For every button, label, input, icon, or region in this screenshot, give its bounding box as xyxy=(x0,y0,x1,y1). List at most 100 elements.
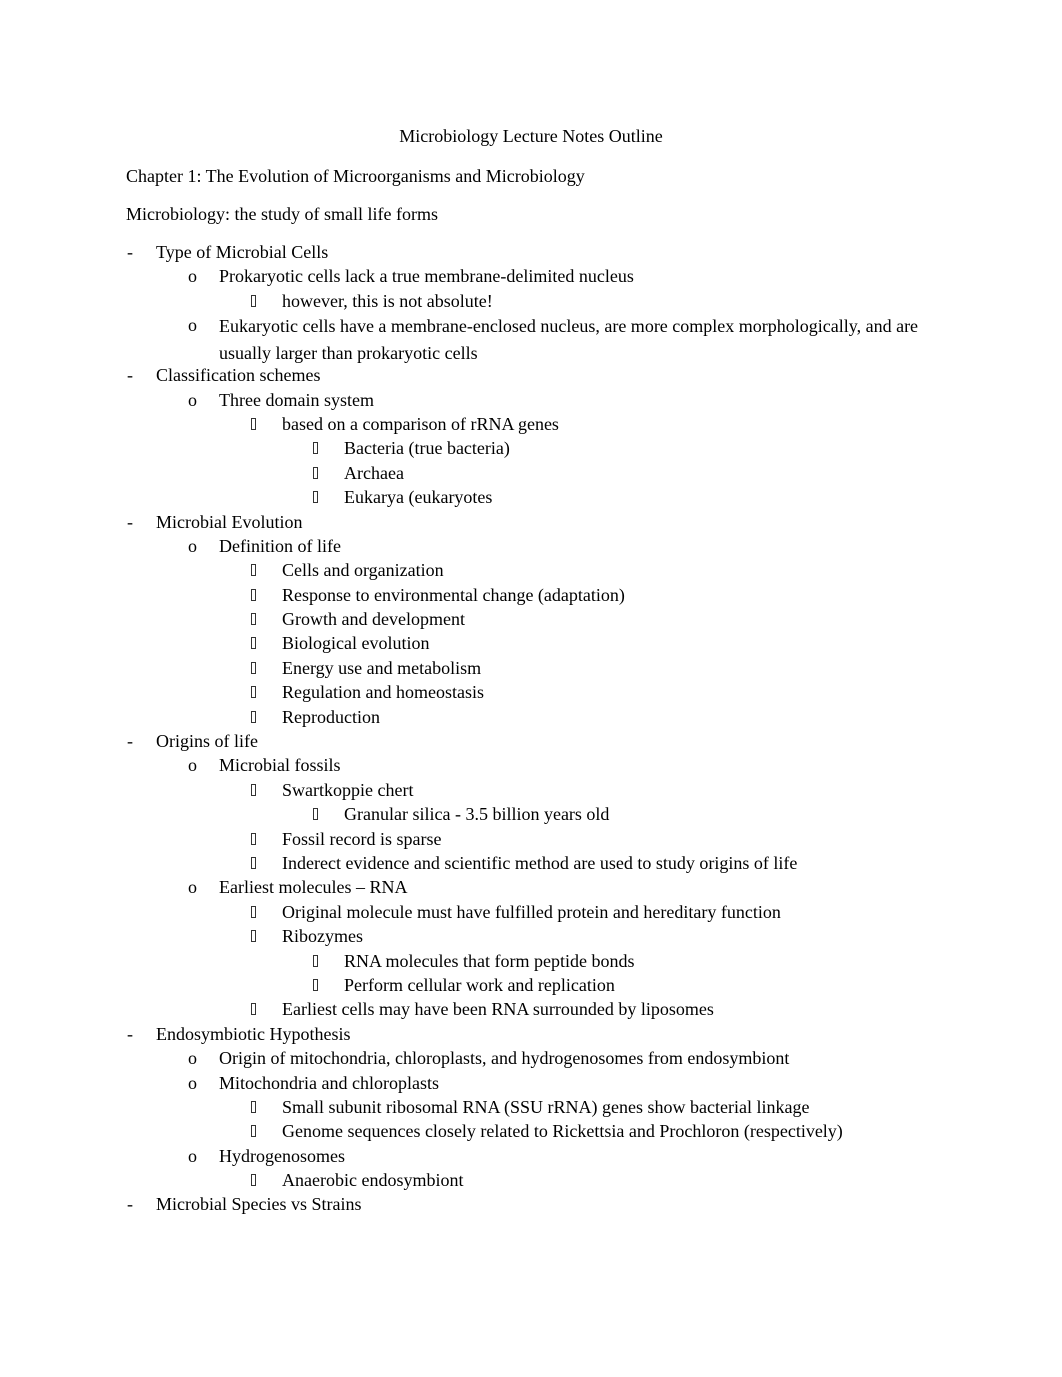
outline-item-level-4: RNA molecules that form peptide bonds xyxy=(0,949,1062,973)
missing-glyph-bullet-icon xyxy=(251,1119,256,1143)
missing-glyph-bullet-icon xyxy=(251,924,256,948)
outline-item-level-2: o Earliest molecules – RNA xyxy=(0,875,1062,899)
outline-item-level-1: - Microbial Evolution xyxy=(0,510,1062,534)
dash-bullet-icon: - xyxy=(127,365,133,386)
box-glyph-icon xyxy=(251,613,256,626)
outline-item-text: Regulation and homeostasis xyxy=(282,682,484,703)
box-glyph-icon xyxy=(251,294,256,307)
outline-item-level-1: - Endosymbiotic Hypothesis xyxy=(0,1022,1062,1046)
outline-item-text: Classification schemes xyxy=(156,365,321,386)
box-glyph-icon xyxy=(313,491,318,504)
outline-item-level-3: Energy use and metabolism xyxy=(0,656,1062,680)
circle-bullet-icon: o xyxy=(188,1145,197,1166)
outline-item-text: Three domain system xyxy=(219,389,374,410)
box-glyph-icon xyxy=(251,905,256,918)
outline-item-text: Original molecule must have fulfilled pr… xyxy=(282,901,781,922)
outline-item-level-4: Archaea xyxy=(0,461,1062,485)
box-glyph-icon xyxy=(251,856,256,869)
circle-bullet-icon: o xyxy=(188,535,197,556)
outline-item-level-2: o Prokaryotic cells lack a true membrane-… xyxy=(0,264,1062,288)
outline-item-level-2: o Definition of life xyxy=(0,534,1062,558)
circle-bullet-icon: o xyxy=(188,877,197,898)
document-page: Microbiology Lecture Notes Outline Chapt… xyxy=(0,0,1062,1377)
circle-bullet-icon: o xyxy=(188,266,197,287)
outline-item-text: Energy use and metabolism xyxy=(282,657,482,678)
dash-bullet-icon: - xyxy=(127,1023,133,1044)
missing-glyph-bullet-icon xyxy=(251,289,256,313)
outline-item-text: Growth and development xyxy=(282,609,465,630)
missing-glyph-bullet-icon xyxy=(251,1168,256,1192)
missing-glyph-bullet-icon xyxy=(251,851,256,875)
outline-item-level-4: Eukarya (eukaryotes xyxy=(0,485,1062,509)
outline-item-text: Earliest molecules – RNA xyxy=(219,877,408,898)
outline-item-text: Hydrogenosomes xyxy=(219,1145,345,1166)
outline-item-level-3: Regulation and homeostasis xyxy=(0,680,1062,704)
dash-bullet-icon: - xyxy=(127,242,133,262)
missing-glyph-bullet-icon xyxy=(313,973,318,997)
missing-glyph-bullet-icon xyxy=(251,607,256,631)
outline-item-level-1: - Microbial Species vs Strains xyxy=(0,1192,1062,1216)
outline-item-text: Genome sequences closely related to Rick… xyxy=(282,1121,843,1142)
outline-item-text: based on a comparison of rRNA genes xyxy=(282,413,559,434)
missing-glyph-bullet-icon xyxy=(251,680,256,704)
outline-item-text: Eukarya (eukaryotes xyxy=(344,487,493,508)
missing-glyph-bullet-icon xyxy=(313,485,318,509)
definition-paragraph: Microbiology: the study of small life fo… xyxy=(126,204,438,224)
outline-item-text: Perform cellular work and replication xyxy=(344,974,615,995)
box-glyph-icon xyxy=(251,686,256,699)
outline-item-text: Prokaryotic cells lack a true membrane-d… xyxy=(219,266,634,287)
box-glyph-icon xyxy=(251,1125,256,1138)
outline-item-text: Type of Microbial Cells xyxy=(156,242,329,262)
missing-glyph-bullet-icon xyxy=(313,461,318,485)
outline-item-level-1: - Classification schemes xyxy=(0,363,1062,387)
missing-glyph-bullet-icon xyxy=(251,631,256,655)
outline-item-text: Swartkoppie chert xyxy=(282,779,414,800)
outline-item-text: Endosymbiotic Hypothesis xyxy=(156,1023,351,1044)
outline-item-text: Reproduction xyxy=(282,706,380,727)
outline-item-level-3: however, this is not absolute! xyxy=(0,289,1062,313)
box-glyph-icon xyxy=(313,978,318,991)
outline-item-text: Biological evolution xyxy=(282,633,430,654)
missing-glyph-bullet-icon xyxy=(251,827,256,851)
box-glyph-icon xyxy=(251,783,256,796)
outline-item-level-3: Genome sequences closely related to Rick… xyxy=(0,1119,1062,1143)
missing-glyph-bullet-icon xyxy=(251,412,256,436)
outline-item-level-2: o Microbial fossils xyxy=(0,753,1062,777)
outline-item-level-2: o Eukaryotic cells have a membrane-enclos… xyxy=(0,313,1062,363)
box-glyph-icon xyxy=(313,442,318,455)
outline-item-level-4: Granular silica - 3.5 billion years old xyxy=(0,802,1062,826)
document-title: Microbiology Lecture Notes Outline xyxy=(399,126,663,146)
outline-item-level-4: Perform cellular work and replication xyxy=(0,973,1062,997)
box-glyph-icon xyxy=(251,417,256,430)
box-glyph-icon xyxy=(251,1174,256,1187)
missing-glyph-bullet-icon xyxy=(251,705,256,729)
missing-glyph-bullet-icon xyxy=(251,778,256,802)
outline-item-level-3: Reproduction xyxy=(0,705,1062,729)
dash-bullet-icon: - xyxy=(127,731,133,752)
missing-glyph-bullet-icon xyxy=(313,802,318,826)
outline-item-level-3: Original molecule must have fulfilled pr… xyxy=(0,900,1062,924)
outline-item-level-3: Small subunit ribosomal RNA (SSU rRNA) g… xyxy=(0,1095,1062,1119)
outline-item-text: however, this is not absolute! xyxy=(282,290,493,311)
box-glyph-icon xyxy=(251,710,256,723)
missing-glyph-bullet-icon xyxy=(313,949,318,973)
outline-item-level-2: o Mitochondria and chloroplasts xyxy=(0,1071,1062,1095)
outline-item-text: RNA molecules that form peptide bonds xyxy=(344,950,635,971)
outline-item-level-3: Growth and development xyxy=(0,607,1062,631)
outline-item-level-3: based on a comparison of rRNA genes xyxy=(0,412,1062,436)
outline-item-level-3: Swartkoppie chert xyxy=(0,778,1062,802)
outline-item-text: Microbial Evolution xyxy=(156,511,303,532)
outline-item-text: Anaerobic endosymbiont xyxy=(282,1170,464,1191)
circle-bullet-icon: o xyxy=(188,389,197,410)
missing-glyph-bullet-icon xyxy=(313,436,318,460)
box-glyph-icon xyxy=(251,930,256,943)
box-glyph-icon xyxy=(251,637,256,650)
outline-item-text: Microbial fossils xyxy=(219,755,341,776)
outline-item-level-3: Earliest cells may have been RNA surroun… xyxy=(0,997,1062,1021)
outline-item-text: Fossil record is sparse xyxy=(282,828,442,849)
missing-glyph-bullet-icon xyxy=(251,583,256,607)
outline-item-text: Small subunit ribosomal RNA (SSU rRNA) g… xyxy=(282,1096,810,1117)
missing-glyph-bullet-icon xyxy=(251,900,256,924)
outline-list: - Type of Microbial Cells o Prokaryotic cel… xyxy=(0,240,1062,1217)
box-glyph-icon xyxy=(313,808,318,821)
